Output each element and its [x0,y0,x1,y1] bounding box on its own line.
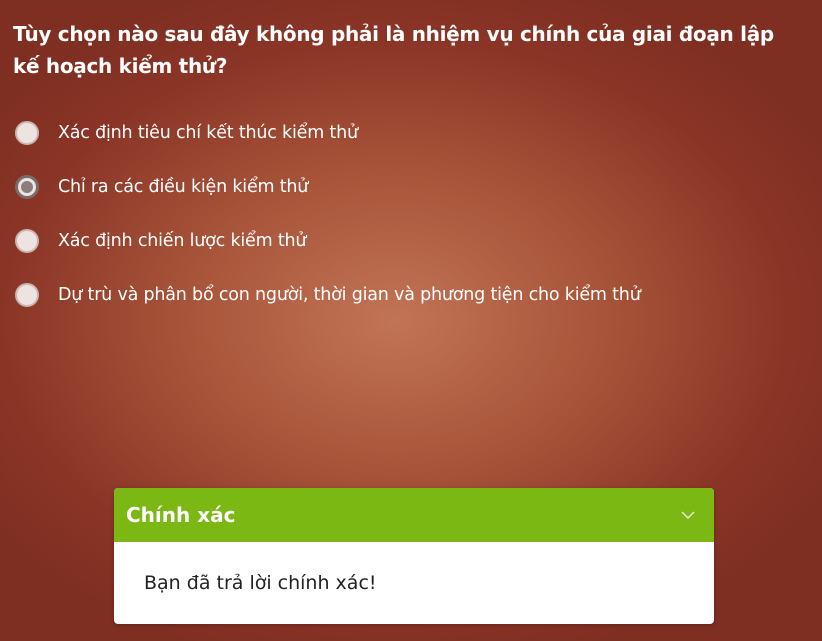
answer-option-label: Xác định chiến lược kiểm thử [58,231,307,251]
feedback-title: Chính xác [126,503,236,527]
question-text: Tùy chọn nào sau đây không phải là nhiệm… [13,22,774,78]
radio-button-selected[interactable] [15,175,39,199]
answer-options: Xác định tiêu chí kết thúc kiểm thử Chỉ … [15,118,795,334]
chevron-down-icon[interactable] [680,507,696,523]
feedback-panel: Chính xác Bạn đã trả lời chính xác! [114,488,714,624]
answer-option[interactable]: Chỉ ra các điều kiện kiểm thử [15,172,795,202]
answer-option-label: Xác định tiêu chí kết thúc kiểm thử [58,123,358,143]
radio-button[interactable] [15,229,39,253]
feedback-message: Bạn đã trả lời chính xác! [144,572,377,594]
feedback-header[interactable]: Chính xác [114,488,714,542]
answer-option[interactable]: Dự trù và phân bổ con người, thời gian v… [15,280,795,310]
answer-option[interactable]: Xác định chiến lược kiểm thử [15,226,795,256]
radio-button[interactable] [15,121,39,145]
answer-option-label: Dự trù và phân bổ con người, thời gian v… [58,285,641,305]
radio-dot [21,181,33,193]
answer-option-label: Chỉ ra các điều kiện kiểm thử [58,177,309,197]
answer-option[interactable]: Xác định tiêu chí kết thúc kiểm thử [15,118,795,148]
radio-button[interactable] [15,283,39,307]
